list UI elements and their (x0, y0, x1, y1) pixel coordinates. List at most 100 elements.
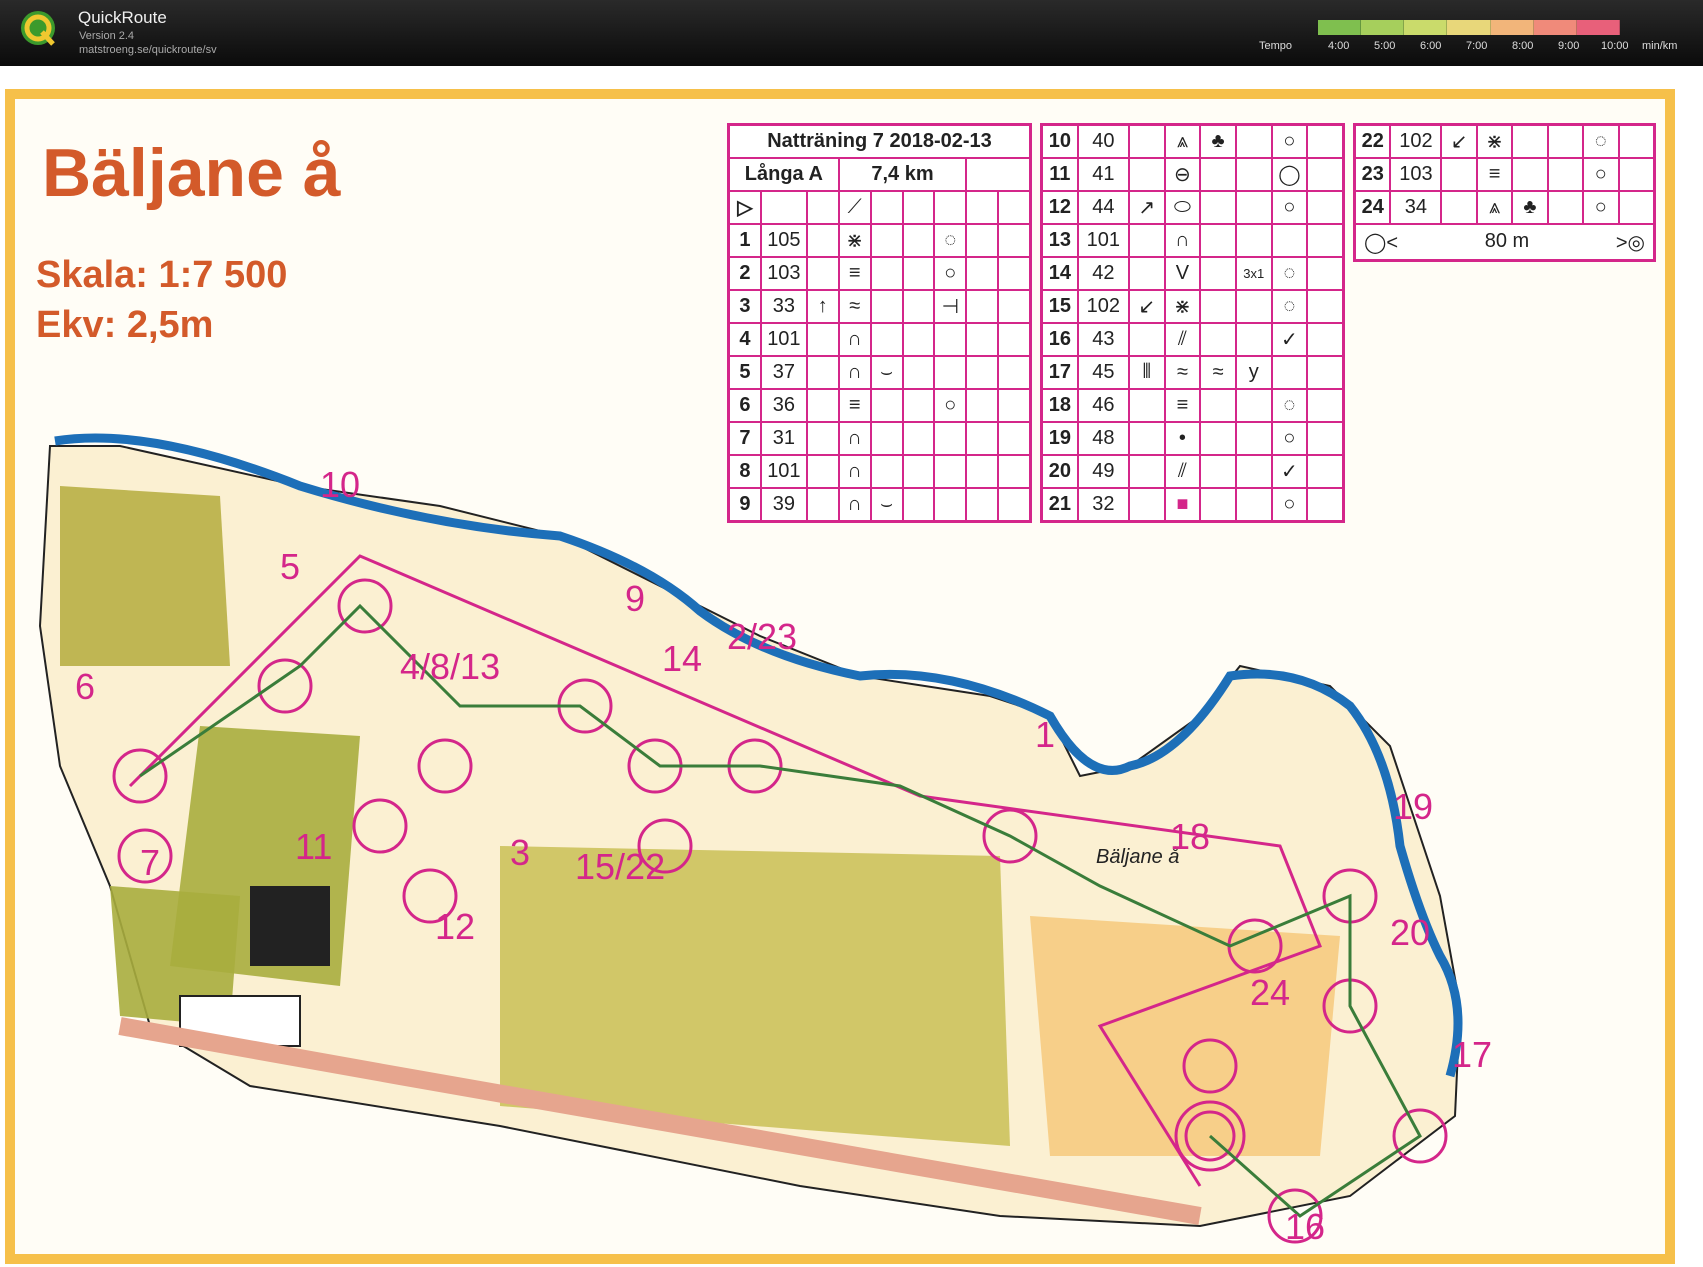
control-code: 49 (1076, 454, 1130, 489)
control-label: 18 (1170, 816, 1211, 857)
control-code: 36 (759, 388, 808, 423)
control-code: 103 (1389, 157, 1443, 192)
control-number: 20 (1040, 454, 1079, 489)
control-code: 41 (1076, 157, 1130, 192)
control-label: 19 (1393, 786, 1434, 827)
control-label: 15/22 (575, 846, 666, 887)
control-code: 46 (1076, 388, 1130, 423)
control-label: 12 (435, 906, 476, 947)
control-label: 6 (75, 666, 96, 707)
control-label: 1 (1035, 714, 1056, 755)
control-code: 42 (1076, 256, 1130, 291)
tempo-tick: 6:00 (1420, 40, 1442, 52)
control-number: 7 (727, 421, 762, 456)
control-number: 6 (727, 388, 762, 423)
control-number: 10 (1040, 123, 1079, 159)
control-code: 39 (759, 487, 808, 523)
control-label: 5 (280, 546, 301, 587)
app-url[interactable]: matstroeng.se/quickroute/sv (79, 44, 217, 56)
control-code: 31 (759, 421, 808, 456)
app-header: QuickRoute Version 2.4 matstroeng.se/qui… (0, 0, 1703, 66)
control-code: 43 (1076, 322, 1130, 357)
control-number: 21 (1040, 487, 1079, 523)
control-size-note: 3x1 (1234, 256, 1273, 291)
tempo-tick: 8:00 (1512, 40, 1534, 52)
control-number: 9 (727, 487, 762, 523)
control-number: 16 (1040, 322, 1079, 357)
tempo-color-segment (1533, 20, 1577, 35)
event-title: Natträning 7 2018-02-13 (727, 123, 1032, 159)
school-area (60, 486, 230, 666)
control-description-table-3: 22 102 ↙ ⋇ ◌ 23 103 ≡ ○ 24 34 ⩓ ♣ ○ ◯< 80 m >◎ (1353, 123, 1656, 262)
course-length: 7,4 km (837, 157, 968, 192)
tempo-label: Tempo (1259, 40, 1293, 52)
control-label: 14 (662, 638, 703, 679)
tempo-color-segment (1404, 20, 1448, 35)
quickroute-logo-icon (21, 11, 55, 46)
tempo-tick: 9:00 (1558, 40, 1580, 52)
app-version: Version 2.4 (79, 30, 135, 42)
control-code: 33 (759, 289, 808, 324)
control-number: 24 (1353, 190, 1392, 225)
control-code: 103 (759, 256, 808, 291)
control-number: 19 (1040, 421, 1079, 456)
control-number: 5 (727, 355, 762, 390)
control-number: 23 (1353, 157, 1392, 192)
tempo-color-segment (1576, 20, 1620, 35)
control-number: 2 (727, 256, 762, 291)
finish-start-icon: ◯< (1364, 231, 1399, 254)
control-code: 101 (759, 322, 808, 357)
tempo-tick: 7:00 (1466, 40, 1488, 52)
control-description-table-1: Natträning 7 2018-02-13 Långa A 7,4 km ▷… (727, 123, 1032, 523)
start-triangle-icon: ▷ (727, 190, 762, 225)
tempo-unit: min/km (1642, 40, 1678, 52)
finish-distance: 80 m (1484, 229, 1530, 252)
control-code: 34 (1389, 190, 1443, 225)
control-label: 3 (510, 832, 531, 873)
map-scale: Skala: 1:7 500 (36, 254, 288, 296)
control-description-table-2: 10 40 ⩓ ♣ ○ 11 41 ⊖ ◯ 12 44 ↗ ⬭ ○ 13 101 ∩ 14 42 V 3x1 ◌ … (1040, 123, 1345, 523)
river-label: Bäljane å (1096, 846, 1180, 868)
control-label: 7 (140, 842, 161, 883)
control-number: 18 (1040, 388, 1079, 423)
building (250, 886, 330, 966)
map-title: Bäljane å (42, 135, 341, 211)
control-code: 101 (1076, 223, 1130, 258)
control-number: 12 (1040, 190, 1079, 225)
control-number: 11 (1040, 157, 1079, 192)
control-code: 101 (759, 454, 808, 489)
tempo-tick: 4:00 (1328, 40, 1350, 52)
control-number: 17 (1040, 355, 1079, 390)
control-code: 37 (759, 355, 808, 390)
control-number: 14 (1040, 256, 1079, 291)
control-code: 45 (1076, 355, 1130, 390)
tempo-color-segment (1447, 20, 1491, 35)
control-label: 11 (295, 826, 333, 867)
tempo-color-scale (1318, 20, 1620, 35)
app-name: QuickRoute (78, 8, 167, 27)
control-label: 4/8/13 (400, 646, 501, 687)
control-code: 32 (1076, 487, 1130, 523)
course-name: Långa A (727, 157, 840, 192)
control-label: 2/23 (727, 616, 798, 657)
control-code: 48 (1076, 421, 1130, 456)
control-number: 22 (1353, 123, 1392, 159)
orienteering-map[interactable]: Bäljane å Skala: 1:7 500 Ekv: 2,5m Bälja… (0, 66, 1703, 1267)
map-contour-interval: Ekv: 2,5m (36, 304, 214, 346)
control-code: 102 (1389, 123, 1443, 159)
control-label: 10 (320, 464, 361, 505)
control-number: 13 (1040, 223, 1079, 258)
control-label: 24 (1250, 972, 1291, 1013)
control-number: 15 (1040, 289, 1079, 324)
control-number: 1 (727, 223, 762, 258)
tempo-color-segment (1490, 20, 1534, 35)
tempo-tick: 10:00 (1601, 40, 1629, 52)
control-code: 40 (1076, 123, 1130, 159)
control-code: 44 (1076, 190, 1130, 225)
control-label: 20 (1390, 912, 1431, 953)
tempo-tick: 5:00 (1374, 40, 1396, 52)
control-label: 9 (625, 578, 646, 619)
control-number: 4 (727, 322, 762, 357)
tempo-color-segment (1361, 20, 1405, 35)
tempo-color-segment (1318, 20, 1362, 35)
